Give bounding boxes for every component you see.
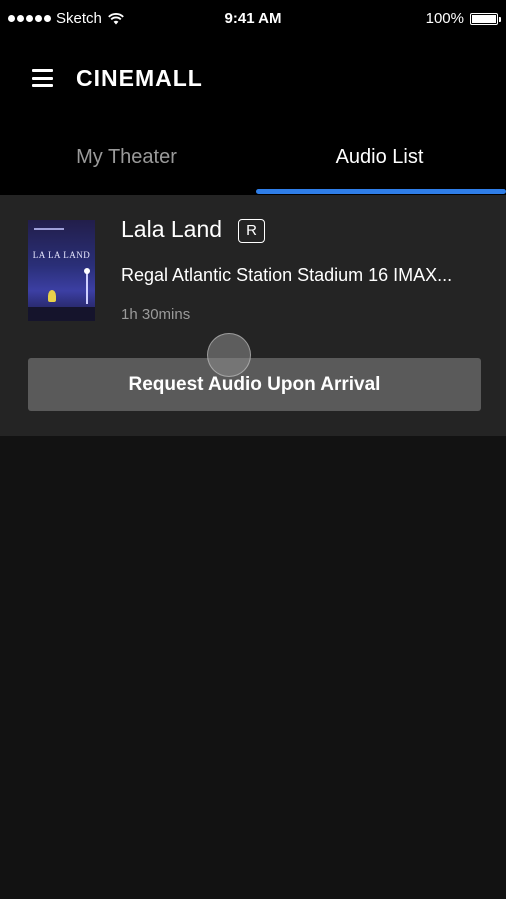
tab-my-theater[interactable]: My Theater (0, 120, 253, 195)
battery-percent: 100% (425, 10, 464, 27)
app-screen: Sketch 9:41 AM 100% CINEMALL My Theater … (0, 0, 506, 899)
poster-ground (28, 307, 95, 321)
touch-indicator (207, 333, 251, 377)
poster-credits-line (34, 228, 64, 230)
app-logo: CINEMALL (76, 65, 203, 91)
active-tab-indicator (256, 189, 506, 194)
poster-lamp (84, 268, 90, 304)
battery-icon (470, 12, 501, 25)
request-audio-button[interactable]: Request Audio Upon Arrival (28, 358, 481, 411)
theater-name: Regal Atlantic Station Stadium 16 IMAX..… (121, 265, 453, 285)
status-bar: Sketch 9:41 AM 100% (0, 0, 506, 40)
tab-bar: My Theater Audio List (0, 120, 506, 195)
tab-audio-list[interactable]: Audio List (253, 120, 506, 195)
movie-poster[interactable]: LA LA LAND (28, 220, 95, 321)
poster-dancer (48, 290, 56, 302)
tab-label: Audio List (335, 146, 424, 168)
app-header: CINEMALL (0, 40, 506, 120)
movie-title: Lala Land (121, 216, 223, 242)
rating-badge: R (238, 219, 265, 243)
tab-label: My Theater (76, 146, 177, 168)
poster-title: LA LA LAND (32, 250, 91, 260)
battery-fill (472, 14, 496, 23)
movie-card: LA LA LAND Lala Land R Regal Atlantic St… (0, 195, 506, 436)
hamburger-menu-icon[interactable] (32, 69, 53, 87)
status-right: 100% (425, 10, 501, 27)
movie-duration: 1h 30mins (121, 306, 191, 323)
